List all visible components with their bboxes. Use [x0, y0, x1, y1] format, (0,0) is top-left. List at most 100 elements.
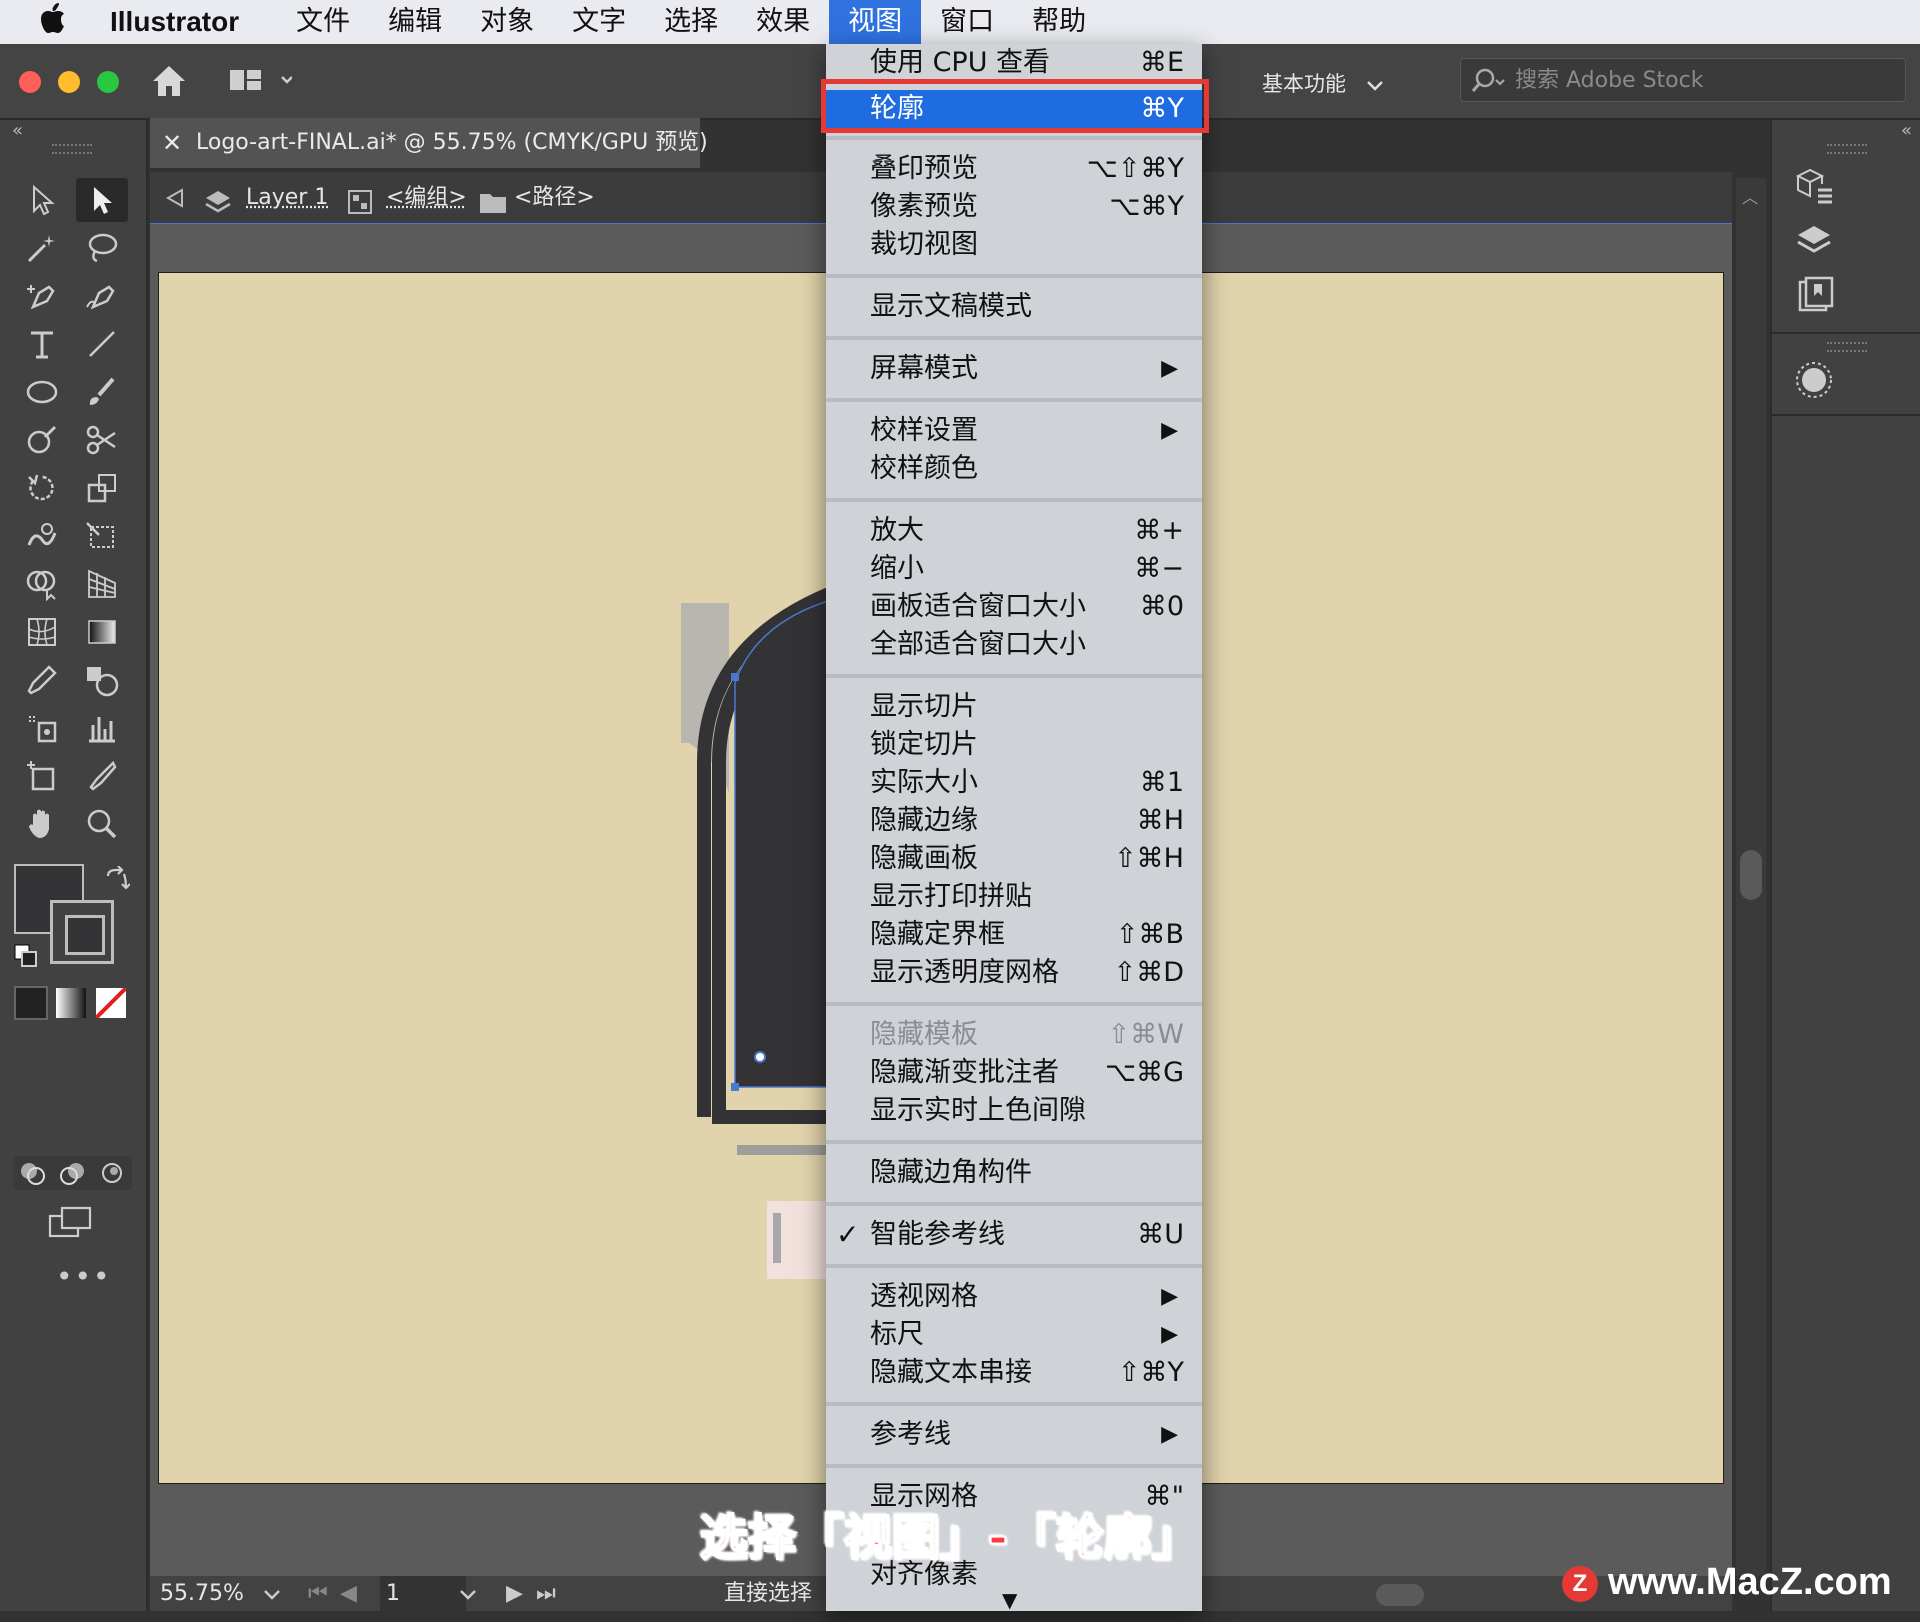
- change-screen-mode-icon[interactable]: [48, 1206, 94, 1242]
- zoom-level[interactable]: 55.75%: [160, 1576, 244, 1611]
- zoom-tool-icon[interactable]: [82, 804, 122, 844]
- gradient-tool-icon[interactable]: [82, 612, 122, 652]
- menu-view[interactable]: 视图: [829, 0, 922, 44]
- menu-item-overprint-preview[interactable]: 叠印预览 ⌥⇧⌘Y: [826, 150, 1202, 188]
- menu-item-show-slices[interactable]: 显示切片: [826, 688, 1202, 726]
- menu-help[interactable]: 帮助: [1013, 0, 1105, 44]
- menu-item-perspective-grid[interactable]: 透视网格 ▶: [826, 1278, 1202, 1316]
- menu-item-proof-colors[interactable]: 校样颜色: [826, 450, 1202, 488]
- mesh-tool-icon[interactable]: [22, 612, 62, 652]
- gradient-mode-button[interactable]: [56, 988, 86, 1018]
- menu-object[interactable]: 对象: [461, 0, 553, 44]
- zoom-window-button[interactable]: [97, 71, 119, 93]
- selection-tool-icon[interactable]: [22, 180, 62, 220]
- artboard-tool-icon[interactable]: [22, 756, 62, 796]
- right-panel-grip[interactable]: [1827, 144, 1867, 154]
- blend-tool-icon[interactable]: [82, 660, 122, 700]
- collapse-right-panel-icon[interactable]: «: [1901, 120, 1912, 141]
- warp-tool-icon[interactable]: [22, 516, 62, 556]
- scale-tool-icon[interactable]: [82, 468, 122, 508]
- workspace-switcher[interactable]: 基本功能: [1262, 64, 1383, 104]
- perspective-grid-tool-icon[interactable]: [82, 564, 122, 604]
- horizontal-scroll-thumb[interactable]: [1376, 1584, 1424, 1606]
- right-panel-grip-2[interactable]: [1827, 342, 1867, 352]
- menu-item-actual-size[interactable]: 实际大小 ⌘1: [826, 764, 1202, 802]
- apple-icon[interactable]: [0, 2, 110, 42]
- libraries-panel-icon[interactable]: [1792, 274, 1836, 322]
- vertical-scroll-thumb[interactable]: [1740, 850, 1762, 900]
- menu-item-fit-all[interactable]: 全部适合窗口大小: [826, 626, 1202, 664]
- close-window-button[interactable]: [19, 71, 41, 93]
- close-tab-icon[interactable]: ✕: [162, 118, 182, 168]
- column-graph-tool-icon[interactable]: [82, 708, 122, 748]
- properties-panel-icon[interactable]: [1792, 164, 1836, 212]
- scissors-tool-icon[interactable]: [82, 420, 122, 460]
- menu-item-hide-bounding-box[interactable]: 隐藏定界框 ⇧⌘B: [826, 916, 1202, 954]
- menu-file[interactable]: 文件: [277, 0, 369, 44]
- first-artboard-icon[interactable]: ⏮: [308, 1576, 328, 1611]
- vertical-scrollbar[interactable]: ︿: [1736, 178, 1766, 1576]
- draw-inside-icon[interactable]: [98, 1160, 126, 1190]
- magic-wand-tool-icon[interactable]: [22, 228, 62, 268]
- symbol-sprayer-tool-icon[interactable]: [22, 708, 62, 748]
- draw-normal-icon[interactable]: [18, 1160, 46, 1190]
- ellipse-tool-icon[interactable]: [22, 372, 62, 412]
- menu-item-pixel-preview[interactable]: 像素预览 ⌥⌘Y: [826, 188, 1202, 226]
- menu-item-presentation-mode[interactable]: 显示文稿模式: [826, 288, 1202, 326]
- hand-tool-icon[interactable]: [22, 804, 62, 844]
- artboard-number[interactable]: 1: [380, 1576, 466, 1611]
- menu-item-show-live-paint-gaps[interactable]: 显示实时上色间隙: [826, 1092, 1202, 1130]
- menu-item-smart-guides[interactable]: ✓ 智能参考线 ⌘U: [826, 1216, 1202, 1254]
- menu-type[interactable]: 文字: [553, 0, 645, 44]
- menu-item-rulers[interactable]: 标尺 ▶: [826, 1316, 1202, 1354]
- menu-item-trim-view[interactable]: 裁切视图: [826, 226, 1202, 264]
- menu-item-show-print-tiling[interactable]: 显示打印拼贴: [826, 878, 1202, 916]
- pen-tool-icon[interactable]: [22, 276, 62, 316]
- arrange-documents-icon[interactable]: [228, 66, 293, 100]
- line-segment-tool-icon[interactable]: [82, 324, 122, 364]
- menu-window[interactable]: 窗口: [921, 0, 1013, 44]
- artboard-dropdown-icon[interactable]: [458, 1576, 478, 1622]
- shape-builder-tool-icon[interactable]: [22, 564, 62, 604]
- menu-item-fit-artboard[interactable]: 画板适合窗口大小 ⌘0: [826, 588, 1202, 626]
- menu-item-zoom-in[interactable]: 放大 ⌘+: [826, 512, 1202, 550]
- last-artboard-icon[interactable]: ⏭: [536, 1576, 556, 1611]
- shaper-tool-icon[interactable]: [22, 420, 62, 460]
- more-tools-icon[interactable]: •••: [56, 1260, 112, 1293]
- appearance-panel-icon[interactable]: [1792, 358, 1836, 406]
- slice-tool-icon[interactable]: [82, 756, 122, 796]
- rotate-tool-icon[interactable]: [22, 468, 62, 508]
- stroke-swatch[interactable]: [50, 900, 114, 964]
- menu-item-screen-mode[interactable]: 屏幕模式 ▶: [826, 350, 1202, 388]
- draw-behind-icon[interactable]: [58, 1160, 86, 1190]
- curvature-tool-icon[interactable]: [82, 276, 122, 316]
- home-icon[interactable]: [150, 63, 188, 103]
- zoom-dropdown-icon[interactable]: [262, 1576, 282, 1622]
- type-tool-icon[interactable]: [22, 324, 62, 364]
- swap-fill-stroke-icon[interactable]: [104, 865, 131, 896]
- menu-item-guides[interactable]: 参考线 ▶: [826, 1416, 1202, 1454]
- menu-item-hide-text-threads[interactable]: 隐藏文本串接 ⇧⌘Y: [826, 1354, 1202, 1392]
- stock-search-input[interactable]: 搜索 Adobe Stock: [1460, 58, 1906, 102]
- next-artboard-icon[interactable]: ▶: [506, 1576, 523, 1611]
- menu-item-lock-slices[interactable]: 锁定切片: [826, 726, 1202, 764]
- menu-scroll-down-icon[interactable]: ▼: [1002, 1588, 1017, 1611]
- menu-item-zoom-out[interactable]: 缩小 ⌘−: [826, 550, 1202, 588]
- breadcrumb-layer[interactable]: Layer 1: [246, 172, 328, 224]
- previous-artboard-icon[interactable]: ◀: [340, 1576, 357, 1611]
- menu-item-show-transparency-grid[interactable]: 显示透明度网格 ⇧⌘D: [826, 954, 1202, 992]
- direct-selection-tool-icon[interactable]: [76, 178, 128, 222]
- collapse-panel-icon[interactable]: «: [12, 120, 23, 141]
- scroll-up-icon[interactable]: ︿: [1742, 184, 1758, 208]
- menu-edit[interactable]: 编辑: [369, 0, 461, 44]
- menu-item-hide-artboards[interactable]: 隐藏画板 ⇧⌘H: [826, 840, 1202, 878]
- color-mode-button[interactable]: [14, 986, 48, 1020]
- menu-item-cpu-view[interactable]: 使用 CPU 查看 ⌘E: [826, 44, 1202, 82]
- breadcrumb-group[interactable]: <编组>: [386, 172, 467, 224]
- menu-effect[interactable]: 效果: [737, 0, 829, 44]
- default-fill-stroke-icon[interactable]: [14, 944, 38, 972]
- eyedropper-tool-icon[interactable]: [22, 660, 62, 700]
- lasso-tool-icon[interactable]: [82, 228, 122, 268]
- document-tab[interactable]: ✕ Logo-art-FINAL.ai* @ 55.75% (CMYK/GPU …: [150, 118, 708, 168]
- menu-item-proof-setup[interactable]: 校样设置 ▶: [826, 412, 1202, 450]
